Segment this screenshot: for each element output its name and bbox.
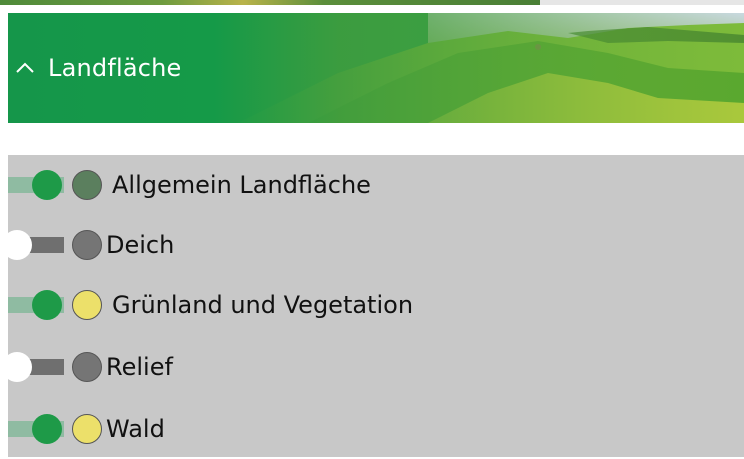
legend-dot-gray <box>72 230 102 260</box>
layer-toggle-wald[interactable] <box>8 412 68 446</box>
legend-dot-yellow <box>72 414 102 444</box>
layer-row-deich[interactable]: Deich <box>2 215 744 275</box>
layer-toggle-relief[interactable] <box>2 350 68 384</box>
layer-label: Grünland und Vegetation <box>112 291 414 319</box>
top-image-strip <box>0 0 744 6</box>
layer-row-allgemein-landflaeche[interactable]: Allgemein Landfläche <box>8 155 744 215</box>
layer-row-relief[interactable]: Relief <box>2 337 744 397</box>
layer-toggle-deich[interactable] <box>2 228 68 262</box>
toggle-knob <box>2 230 32 260</box>
previous-section-gray-edge <box>540 0 744 5</box>
layer-toggle-gruenland-und-vegetation[interactable] <box>8 288 68 322</box>
toggle-knob <box>32 414 62 444</box>
layer-toggle-allgemein-landflaeche[interactable] <box>8 168 68 202</box>
layer-label: Wald <box>106 415 165 443</box>
legend-dot-gray <box>72 352 102 382</box>
section-banner-landflaeche[interactable]: Landfläche <box>8 13 744 123</box>
layer-label: Relief <box>106 353 173 381</box>
layer-row-wald[interactable]: Wald <box>8 399 744 459</box>
section-header[interactable]: Landfläche <box>8 13 182 123</box>
previous-section-image-edge <box>0 0 540 5</box>
layer-row-gruenland-und-vegetation[interactable]: Grünland und Vegetation <box>8 275 744 335</box>
chevron-up-icon[interactable] <box>14 57 36 79</box>
layer-label: Deich <box>106 231 175 259</box>
legend-dot-dark-green <box>72 170 102 200</box>
toggle-knob <box>2 352 32 382</box>
toggle-knob <box>32 290 62 320</box>
layer-list-panel: Allgemein Landfläche Deich Grünland und … <box>2 155 744 459</box>
layer-label: Allgemein Landfläche <box>112 171 371 199</box>
toggle-knob <box>32 170 62 200</box>
section-title: Landfläche <box>48 54 182 82</box>
legend-dot-yellow <box>72 290 102 320</box>
